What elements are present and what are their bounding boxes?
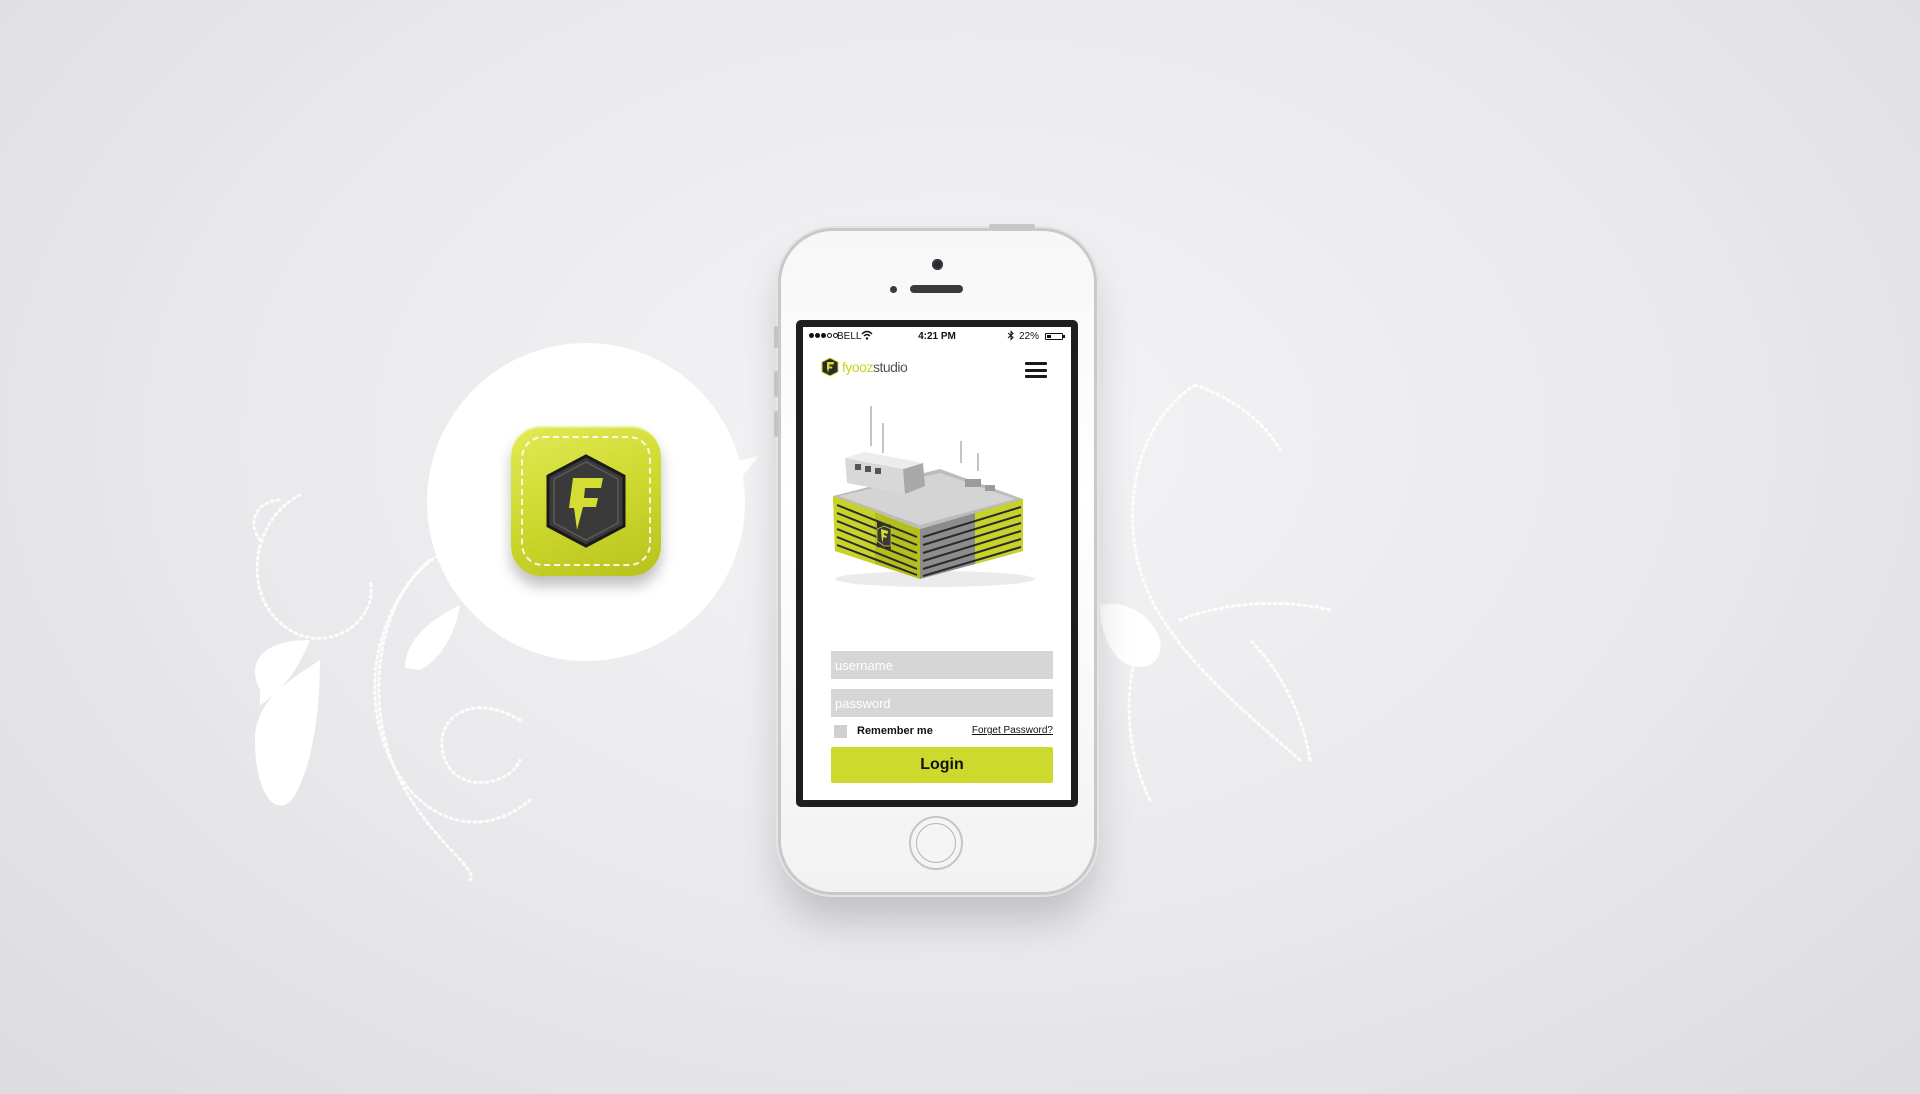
brand-logo[interactable]: fyoozstudio <box>821 357 908 377</box>
bluetooth-icon <box>1007 330 1014 341</box>
iphone-mockup: BELL 4:21 PM 22% fyoozstudio username Re… <box>774 224 1094 892</box>
forgot-password-link[interactable]: Forget Password? <box>972 725 1053 736</box>
login-button[interactable]: Login <box>831 747 1053 783</box>
volume-up-button <box>774 371 778 397</box>
earpiece-speaker <box>910 285 963 293</box>
status-bar: BELL 4:21 PM 22% <box>803 327 1071 345</box>
building-illustration <box>833 406 1035 587</box>
f-shield-logo-icon <box>821 357 839 377</box>
remember-row: Remember me Forget Password? <box>831 724 1053 740</box>
app-icon <box>511 426 661 576</box>
lightning-f-shield-icon <box>546 454 626 548</box>
proximity-sensor <box>890 286 897 293</box>
remember-me-label[interactable]: Remember me <box>857 725 933 737</box>
power-button <box>989 224 1035 229</box>
hamburger-menu-icon[interactable] <box>1025 362 1047 378</box>
app-header: fyoozstudio <box>803 351 1071 385</box>
password-input[interactable] <box>831 689 1053 717</box>
volume-down-button <box>774 411 778 437</box>
front-camera <box>932 259 943 270</box>
username-input[interactable] <box>831 651 1053 679</box>
remember-me-checkbox[interactable] <box>834 725 847 738</box>
brand-name-rest: studio <box>872 359 908 375</box>
battery-icon <box>1045 333 1065 340</box>
brand-name-accent: fyooz <box>842 359 873 375</box>
phone-screen: BELL 4:21 PM 22% fyoozstudio username Re… <box>796 320 1078 807</box>
battery-percentage: 22% <box>1019 331 1040 342</box>
home-button[interactable] <box>909 816 963 870</box>
brand-name: fyoozstudio <box>842 359 908 375</box>
app-screen: BELL 4:21 PM 22% fyoozstudio username Re… <box>803 327 1071 800</box>
mute-switch <box>774 326 778 348</box>
